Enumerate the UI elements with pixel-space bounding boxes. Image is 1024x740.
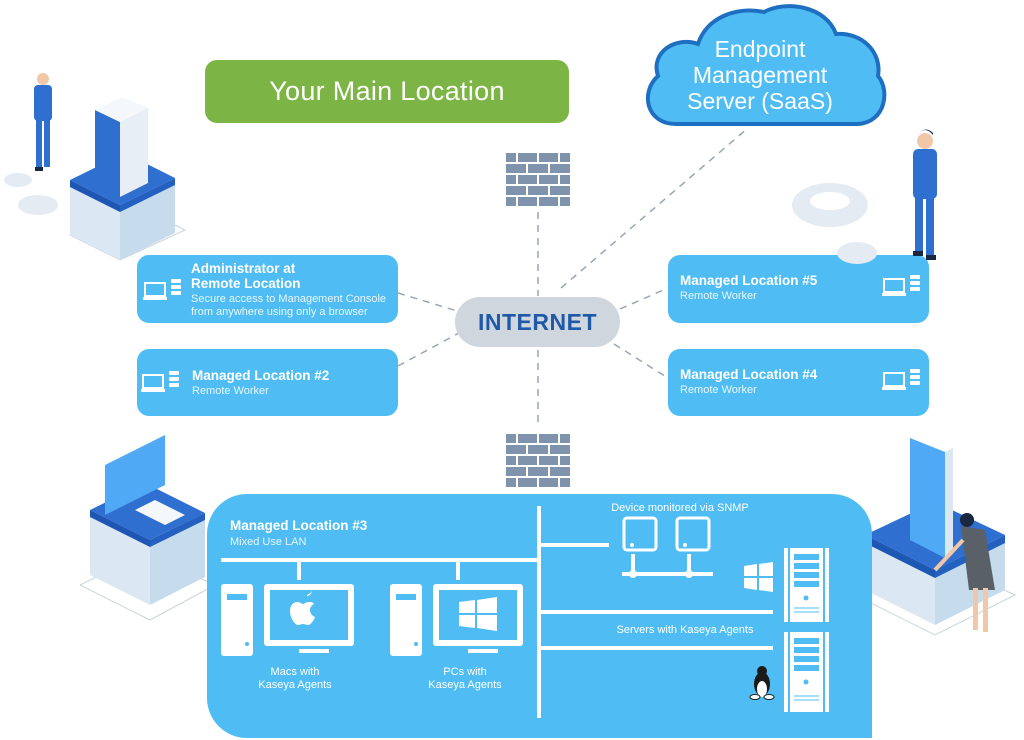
card-subtitle: Secure access to Management Console from… xyxy=(191,293,386,319)
cloud-line: Server (SaaS) xyxy=(687,88,833,114)
card-title-line: Remote Location xyxy=(191,276,301,291)
manager-illustration xyxy=(792,129,937,264)
cloud-label: Endpoint Management Server (SaaS) xyxy=(650,36,870,114)
card-title: Managed Location #5 xyxy=(680,273,818,288)
snmp-devices xyxy=(622,516,711,552)
card-title-line: Administrator at xyxy=(191,261,296,276)
line-loc2 xyxy=(397,332,460,367)
gear-icon xyxy=(4,173,58,215)
cloud-line: Endpoint xyxy=(714,36,806,62)
laptop-server-icon xyxy=(141,371,179,392)
main-location-label: Your Main Location xyxy=(205,60,569,123)
pcs-label-line: Kaseya Agents xyxy=(428,679,502,691)
card-subtitle: Remote Worker xyxy=(680,384,757,396)
card-managed-location-4: Managed Location #4 Remote Worker xyxy=(668,349,929,416)
card-managed-location-2: Managed Location #2 Remote Worker xyxy=(137,349,398,416)
card-subtitle: Remote Worker xyxy=(680,290,757,302)
servers-label: Servers with Kaseya Agents xyxy=(616,624,754,636)
macs-label-line: Kaseya Agents xyxy=(258,679,332,691)
windows-icon xyxy=(744,562,773,592)
pc-computer xyxy=(390,584,523,656)
card-title: Managed Location #2 xyxy=(192,368,330,383)
linux-penguin-icon xyxy=(749,666,775,700)
macs-label-line: Macs with xyxy=(270,666,320,678)
laptop-server-icon xyxy=(882,369,920,390)
mac-computer xyxy=(221,584,354,656)
line-loc4 xyxy=(613,343,669,379)
pcs-label-line: PCs with xyxy=(443,666,487,678)
card-admin-remote: Administrator at Remote Location Secure … xyxy=(137,255,398,323)
person-icon xyxy=(34,73,52,171)
admin-server-illustration xyxy=(4,73,187,261)
pcs-label: PCs with Kaseya Agents xyxy=(410,666,520,692)
card-title: Administrator at Remote Location xyxy=(191,261,301,291)
card-title: Managed Location #4 xyxy=(680,367,818,382)
card-subtitle-line: from anywhere using only a browser xyxy=(191,306,368,318)
firewall-icon xyxy=(506,153,570,206)
cloud-line: Management xyxy=(692,62,828,88)
linux-server xyxy=(749,632,829,712)
laptop-server-icon xyxy=(143,279,181,300)
line-admin xyxy=(397,292,458,312)
internet-node: INTERNET xyxy=(455,297,620,347)
lan-diagram xyxy=(221,506,829,718)
snmp-label: Device monitored via SNMP xyxy=(611,502,749,514)
laptop-server-icon xyxy=(882,275,920,296)
line-loc5 xyxy=(619,287,669,310)
card-subtitle-line: Secure access to Management Console xyxy=(191,293,387,305)
person-icon xyxy=(913,129,937,260)
card-subtitle: Remote Worker xyxy=(192,385,269,397)
macs-label: Macs with Kaseya Agents xyxy=(240,666,350,692)
firewall-icon xyxy=(506,434,570,487)
